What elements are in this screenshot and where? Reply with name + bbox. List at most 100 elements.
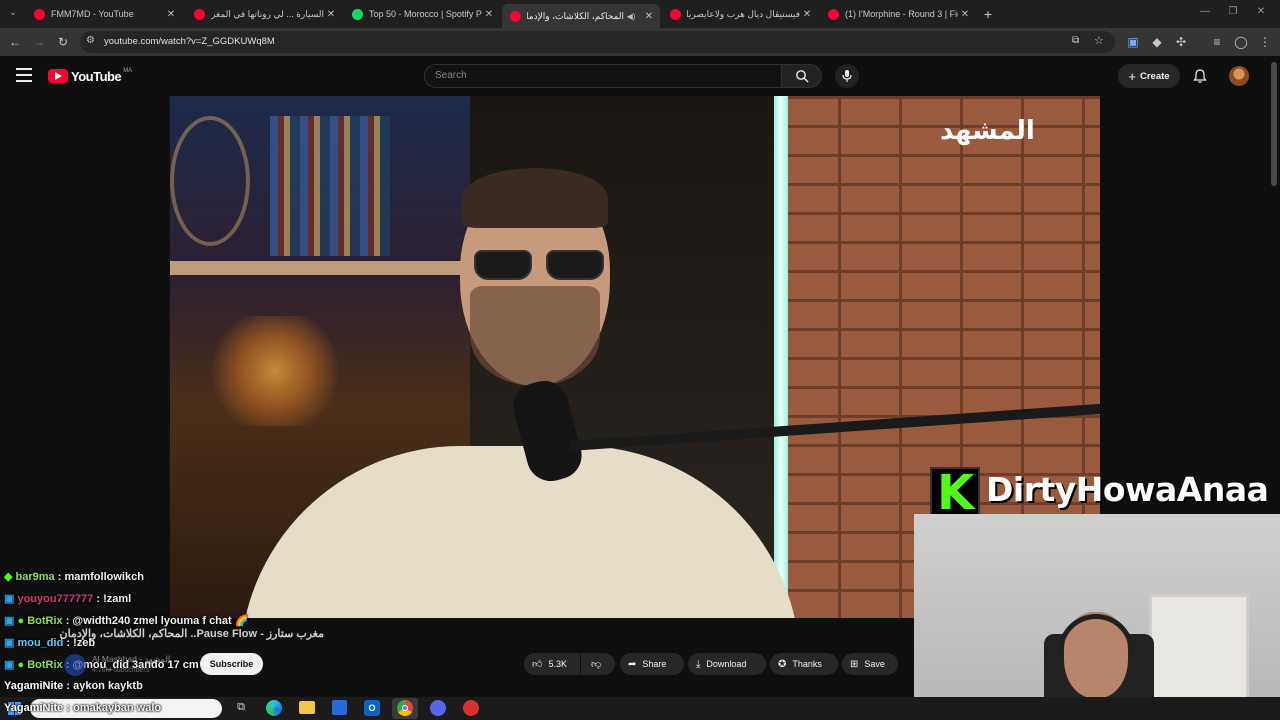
search-input[interactable]: Search bbox=[424, 64, 782, 88]
browser-tab[interactable]: (1) I'Morphine - Round 3 | Figh ✕ bbox=[820, 4, 976, 24]
site-info-icon[interactable]: ⚙ bbox=[86, 35, 95, 46]
close-icon[interactable]: ✕ bbox=[642, 11, 656, 22]
browser-tab-strip: ⌄ FMM7MD - YouTube ✕ السيارة ... لي رونا… bbox=[0, 0, 1280, 28]
thanks-icon: ✪ bbox=[778, 658, 787, 670]
close-window-icon[interactable]: ✕ bbox=[1254, 6, 1268, 20]
tab-title: (1) I'Morphine - Round 3 | Figh bbox=[845, 9, 958, 19]
chat-badge-icon: ▣ bbox=[4, 615, 15, 627]
thumbs-up-icon: 👍︎ bbox=[532, 659, 543, 670]
streaming-app-icon[interactable] bbox=[463, 700, 479, 716]
chat-message: YagamiNite : omakayban walo bbox=[4, 702, 161, 714]
subscribe-button[interactable]: Subscribe bbox=[200, 653, 263, 675]
youtube-favicon-icon bbox=[670, 8, 681, 20]
chat-badge-icon: ▣ bbox=[4, 659, 15, 671]
close-icon[interactable]: ✕ bbox=[800, 9, 814, 20]
video-person-hair bbox=[462, 168, 608, 228]
youtube-play-icon bbox=[48, 69, 68, 83]
outlook-icon[interactable]: O bbox=[364, 700, 380, 716]
media-controls-icon[interactable]: ≡ bbox=[1208, 33, 1226, 51]
download-button[interactable]: ⤓ Download bbox=[688, 653, 766, 675]
store-icon[interactable] bbox=[332, 700, 347, 715]
youtube-header: YouTube MA Search + Create bbox=[0, 56, 1280, 96]
kick-letter: K bbox=[937, 465, 975, 521]
save-button[interactable]: ⊞ Save bbox=[842, 653, 898, 675]
bell-icon[interactable] bbox=[1192, 68, 1208, 84]
avatar[interactable] bbox=[1229, 66, 1249, 86]
chat-text: : mamfollowikch bbox=[57, 571, 144, 583]
youtube-wordmark: YouTube bbox=[71, 68, 122, 84]
browser-tab[interactable]: Top 50 - Morocco | Spotify Play ✕ bbox=[344, 4, 500, 24]
youtube-logo[interactable]: YouTube MA bbox=[48, 68, 132, 84]
extensions-puzzle-icon[interactable]: ✣ bbox=[1172, 33, 1190, 51]
youtube-favicon-icon bbox=[828, 8, 839, 20]
streamer-name: DirtyHowaAnaa bbox=[986, 470, 1269, 509]
file-explorer-icon[interactable] bbox=[299, 701, 315, 714]
chat-user: YagamiNite bbox=[4, 680, 64, 692]
video-wheel-decor bbox=[170, 116, 250, 246]
bookmark-star-icon[interactable]: ☆ bbox=[1094, 34, 1104, 47]
chat-text: : @width240 zmel lyouma f chat 🌈 bbox=[65, 615, 249, 627]
tab-title: Top 50 - Morocco | Spotify Play bbox=[369, 9, 482, 19]
channel-avatar[interactable] bbox=[64, 654, 86, 676]
chrome-icon[interactable] bbox=[392, 698, 418, 719]
browser-tab[interactable]: فيستيڤال ديال هرب ولاعايصريك ✕ bbox=[662, 4, 818, 24]
verified-icon: ● bbox=[17, 615, 25, 627]
back-icon[interactable]: ← bbox=[6, 33, 24, 51]
channel-name[interactable]: Al Mashhad - المشهد bbox=[92, 654, 170, 665]
browser-tab-active[interactable]: المحاكم، الكلاشات، والإدمان ◀) ✕ bbox=[502, 4, 660, 28]
download-icon: ⤓ bbox=[696, 658, 701, 670]
chat-message: ▣ ● BotRix : @width240 zmel lyouma f cha… bbox=[4, 614, 248, 627]
search-button[interactable] bbox=[782, 64, 822, 88]
sunglasses-icon bbox=[470, 246, 610, 284]
chat-user: youyou777777 bbox=[17, 593, 94, 605]
like-button[interactable]: 👍︎ 5.3K bbox=[524, 653, 580, 675]
thanks-button[interactable]: ✪ Thanks bbox=[770, 653, 838, 675]
speaker-icon[interactable]: ◀) bbox=[624, 12, 638, 21]
discord-icon[interactable] bbox=[430, 700, 446, 716]
headphones-icon bbox=[1058, 614, 1134, 654]
thanks-label: Thanks bbox=[792, 659, 822, 669]
page-scrollbar[interactable] bbox=[1271, 62, 1277, 186]
chat-message: ▣ youyou777777 : !zaml bbox=[4, 592, 131, 605]
address-bar[interactable]: ⚙ youtube.com/watch?v=Z_GGDKUWq8M ⧉ ☆ bbox=[80, 31, 1115, 53]
forward-icon[interactable]: → bbox=[30, 33, 48, 51]
region-code: MA bbox=[123, 68, 133, 74]
chat-user: bar9ma bbox=[15, 571, 55, 583]
edge-browser-icon[interactable] bbox=[266, 700, 282, 716]
translate-extension-icon[interactable]: ▣ bbox=[1124, 33, 1142, 51]
voice-search-button[interactable] bbox=[835, 64, 859, 88]
tab-title: FMM7MD - YouTube bbox=[51, 9, 134, 19]
video-title: مغرب ستارز - Pause Flow.. المحاكم، الكلا… bbox=[59, 628, 325, 640]
profile-icon[interactable]: ◯ bbox=[1232, 33, 1250, 51]
tab-search-icon[interactable]: ⌄ bbox=[6, 7, 20, 21]
close-icon[interactable]: ✕ bbox=[164, 9, 178, 20]
mic-icon bbox=[842, 70, 852, 82]
kebab-menu-icon[interactable]: ⋮ bbox=[1256, 33, 1274, 51]
reload-icon[interactable]: ↻ bbox=[54, 33, 72, 51]
create-button[interactable]: + Create bbox=[1118, 64, 1180, 88]
menu-icon[interactable] bbox=[16, 68, 32, 82]
install-icon[interactable]: ⧉ bbox=[1072, 35, 1079, 46]
verified-icon: ● bbox=[17, 659, 25, 671]
close-icon[interactable]: ✕ bbox=[958, 9, 972, 20]
browser-tab[interactable]: FMM7MD - YouTube ✕ bbox=[26, 4, 182, 24]
chat-message: ◆ bar9ma : mamfollowikch bbox=[4, 570, 144, 583]
extension-icon[interactable]: ◆ bbox=[1148, 33, 1166, 51]
plus-icon: + bbox=[1128, 68, 1136, 84]
close-icon[interactable]: ✕ bbox=[482, 9, 496, 20]
share-button[interactable]: ➦ Share bbox=[620, 653, 684, 675]
browser-tab[interactable]: السيارة ... لي روناتها في المغرب ✕ bbox=[186, 4, 342, 24]
url-text: youtube.com/watch?v=Z_GGDKUWq8M bbox=[104, 36, 275, 47]
close-icon[interactable]: ✕ bbox=[324, 9, 338, 20]
maximize-icon[interactable]: ❐ bbox=[1226, 6, 1240, 20]
task-view-icon[interactable]: ⧉ bbox=[234, 701, 248, 715]
video-glow-decor bbox=[200, 316, 350, 426]
dislike-button[interactable]: 👎︎ bbox=[581, 653, 615, 675]
share-icon: ➦ bbox=[628, 658, 637, 670]
chat-user: BotRix bbox=[27, 659, 63, 671]
save-label: Save bbox=[864, 659, 885, 669]
new-tab-button[interactable]: + bbox=[980, 6, 996, 22]
minimize-icon[interactable]: — bbox=[1198, 6, 1212, 20]
chat-user: BotRix bbox=[27, 615, 63, 627]
search-placeholder: Search bbox=[435, 70, 467, 81]
